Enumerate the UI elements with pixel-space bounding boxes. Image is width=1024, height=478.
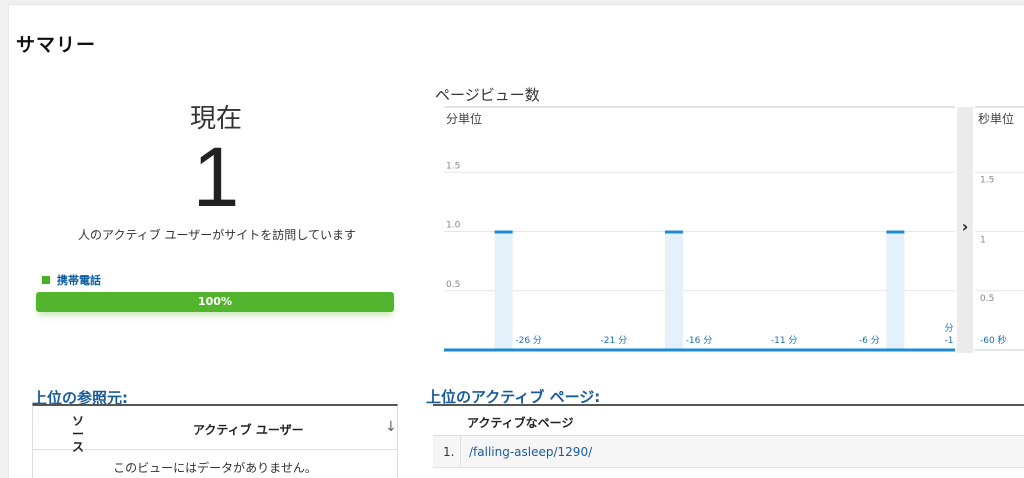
active-page-column-header: アクティブなページ — [433, 406, 1024, 436]
seconds-label: 秒単位 — [978, 111, 1014, 126]
device-share-percent: 100% — [198, 295, 232, 308]
pageviews-chart: 分単位 0.5 1.0 1.5 -26 分 -21 分 -16 分 -11 分 -6 分 分 -1 ›… — [444, 106, 1024, 353]
legend-label: 携帯電話 — [57, 274, 101, 287]
y-tick-label: 1.5 — [980, 175, 994, 185]
page-title: サマリー — [16, 34, 97, 56]
x-tick-label: -60 秒 — [980, 334, 1007, 346]
x-tick-label: -11 分 — [771, 335, 798, 346]
active-user-count: 1 — [192, 130, 240, 224]
y-tick-label: 0.5 — [980, 294, 994, 304]
bar-shade — [494, 231, 513, 350]
y-tick-label: 0.5 — [446, 280, 460, 290]
x-tick-label: -6 分 — [859, 335, 880, 346]
x-tick-label: -1 — [945, 336, 954, 346]
bar-shade — [664, 231, 683, 350]
x-tick-label: -21 分 — [601, 335, 628, 346]
bar-mark[interactable] — [886, 230, 905, 234]
bar-shade — [886, 231, 905, 350]
device-legend-mobile: 携帯電話 — [42, 272, 101, 288]
minutes-label: 分単位 — [446, 111, 482, 126]
source-column-header[interactable]: ソース — [72, 415, 92, 454]
active-pages-table: アクティブなページ 1. /falling-asleep/1290/ — [433, 404, 1024, 478]
row-number: 1. — [433, 436, 461, 467]
active-page-link[interactable]: /falling-asleep/1290/ — [461, 445, 592, 459]
chevron-right-icon: › — [962, 217, 969, 236]
bar-mark[interactable] — [494, 230, 513, 234]
referrers-table: ソース アクティブ ユーザー ↓ このビューにはデータがありません。 — [32, 404, 398, 478]
y-tick-label: 1 — [980, 236, 986, 246]
referrers-header: ソース アクティブ ユーザー ↓ — [33, 406, 397, 454]
x-tick-label: -26 分 — [515, 335, 542, 346]
y-tick-label: 1.0 — [446, 221, 461, 231]
y-tick-label: 1.5 — [446, 161, 460, 171]
device-share-bar: 100% — [36, 292, 394, 312]
active-users-description: 人のアクティブ ユーザーがサイトを訪問しています — [78, 228, 356, 242]
x-tick-label: -16 分 — [686, 335, 713, 346]
legend-swatch — [42, 276, 50, 284]
bar-mark[interactable] — [664, 230, 683, 234]
table-row: 1. /falling-asleep/1290/ — [433, 436, 1024, 468]
active-users-column-header[interactable]: アクティブ ユーザー — [193, 421, 304, 438]
x-tick-label-unit: 分 — [944, 323, 953, 334]
sort-down-arrow-icon[interactable]: ↓ — [385, 419, 397, 435]
